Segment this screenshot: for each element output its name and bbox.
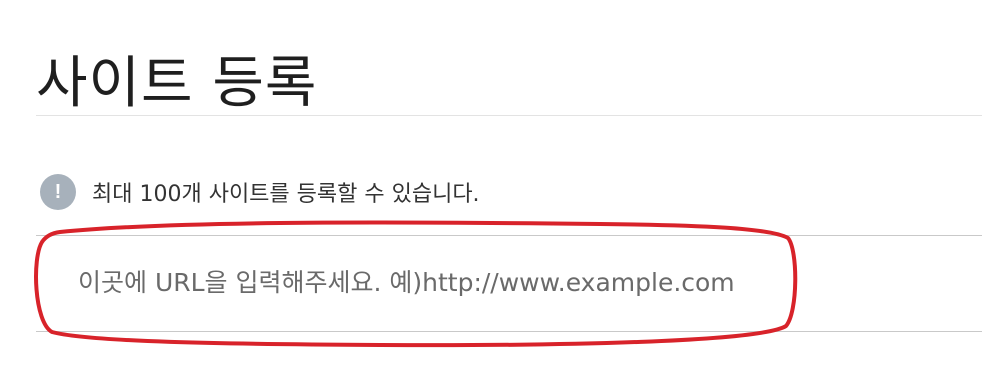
site-registration-page: 사이트 등록 ! 최대 100개 사이트를 등록할 수 있습니다.: [0, 0, 982, 374]
notice: ! 최대 100개 사이트를 등록할 수 있습니다.: [40, 174, 480, 210]
exclamation-glyph: !: [54, 181, 62, 203]
title-divider: [36, 115, 982, 116]
page-title: 사이트 등록: [36, 50, 318, 116]
url-field-top-border: [36, 235, 982, 236]
url-field-bottom-border: [36, 331, 982, 332]
notice-text: 최대 100개 사이트를 등록할 수 있습니다.: [92, 182, 480, 207]
url-input[interactable]: [60, 250, 940, 314]
exclamation-icon: !: [40, 174, 76, 210]
